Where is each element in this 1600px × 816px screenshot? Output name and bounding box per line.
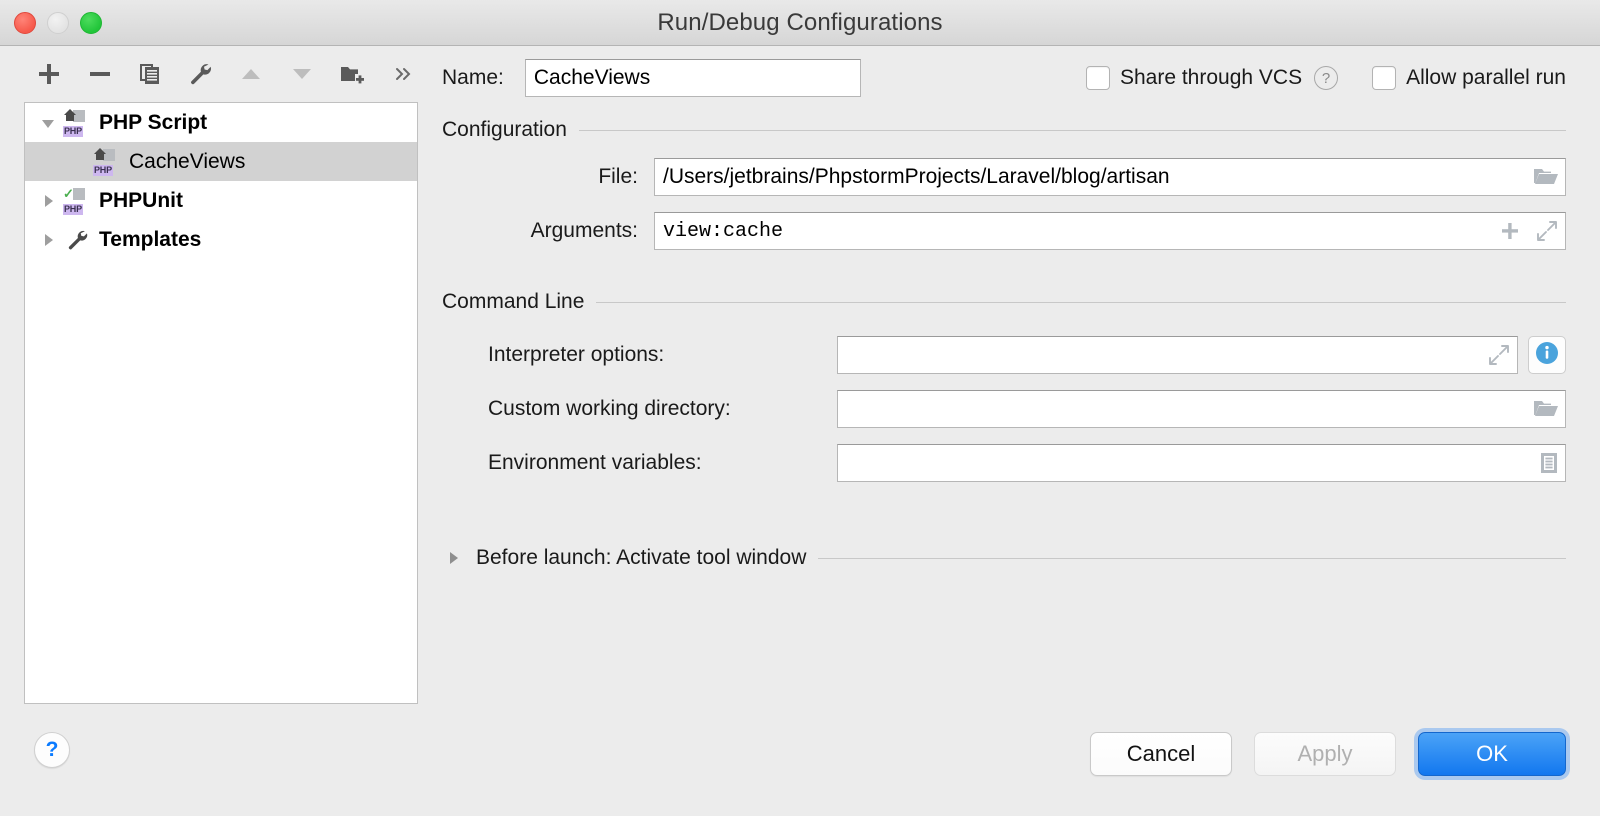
configuration-editor-pane: Name: Share through VCS ? Allow parallel… [428,46,1600,816]
share-through-vcs-label: Share through VCS [1119,66,1303,89]
folder-browse-icon[interactable] [1533,166,1559,188]
command-line-group-header: Command Line [442,290,1566,314]
run-debug-configurations-dialog: Run/Debug Configurations PHP PHP Script … [0,0,1600,816]
file-row: File: /Users/jetbrains/PhpstormProjects/… [442,158,1566,196]
checkbox-box[interactable] [1085,66,1110,90]
interpreter-options-row: Interpreter options: [442,336,1566,374]
info-icon [1534,340,1560,371]
group-divider [578,129,1566,131]
name-row: Name: Share through VCS ? Allow parallel… [442,46,1566,102]
name-input[interactable] [524,59,861,97]
tree-node-label: PHPUnit [99,188,183,212]
window-controls [14,0,102,45]
file-label: File: [598,165,638,188]
phpunit-icon: ✓ PHP [63,187,93,215]
remove-button[interactable] [75,54,126,94]
allow-parallel-run-label: Allow parallel run [1406,66,1566,89]
move-down-button[interactable] [277,54,328,94]
interpreter-options-field[interactable] [837,336,1518,374]
environment-variables-label: Environment variables: [488,451,702,474]
triangle-right-icon[interactable] [33,231,63,249]
php-script-icon: PHP [93,147,123,176]
copy-configuration-button[interactable] [125,54,176,94]
dialog-buttons: Cancel Apply OK [442,730,1566,816]
plus-icon[interactable] [1499,220,1521,242]
file-value: /Users/jetbrains/PhpstormProjects/Larave… [663,165,1170,188]
configurations-toolbar [24,46,428,102]
list-edit-icon[interactable] [1539,451,1559,475]
wrench-icon [63,228,93,252]
close-window-button[interactable] [14,11,36,34]
interpreter-options-label: Interpreter options: [488,343,665,366]
more-options-button[interactable] [378,54,429,94]
tree-node-label: Templates [99,227,202,251]
share-through-vcs-checkbox[interactable]: Share through VCS [1085,66,1303,90]
ok-button[interactable]: OK [1418,732,1566,776]
custom-working-directory-field[interactable] [837,390,1566,428]
before-launch-section[interactable]: Before launch: Activate tool window [442,546,1566,570]
move-up-button[interactable] [226,54,277,94]
group-divider [596,301,1566,303]
zoom-window-button[interactable] [80,11,102,34]
minimize-window-button[interactable] [47,11,69,34]
custom-working-directory-label: Custom working directory: [488,397,731,420]
cancel-button[interactable]: Cancel [1090,732,1232,776]
tree-node-cacheviews[interactable]: PHP CacheViews [25,142,417,181]
file-field[interactable]: /Users/jetbrains/PhpstormProjects/Larave… [654,158,1566,196]
apply-button[interactable]: Apply [1254,732,1396,776]
arguments-field[interactable]: view:cache [654,212,1566,250]
interpreter-options-info-button[interactable] [1528,336,1566,374]
checkbox-box[interactable] [1372,66,1397,90]
folder-browse-icon[interactable] [1533,398,1559,420]
before-launch-title: Before launch: Activate tool window [476,546,807,569]
group-divider [818,557,1566,559]
php-script-icon: PHP [63,108,93,137]
tree-node-templates[interactable]: Templates [25,220,417,259]
environment-variables-row: Environment variables: [442,444,1566,482]
configurations-pane: PHP PHP Script PHP CacheViews ✓ PHP PHPU… [0,46,428,816]
configuration-group-header: Configuration [442,118,1566,142]
configuration-group-title: Configuration [442,118,567,141]
triangle-right-icon[interactable] [33,192,63,210]
create-folder-button[interactable] [327,54,378,94]
dialog-body: PHP PHP Script PHP CacheViews ✓ PHP PHPU… [0,46,1600,816]
triangle-right-icon[interactable] [442,550,464,566]
command-line-group-title: Command Line [442,290,585,313]
tree-node-phpunit[interactable]: ✓ PHP PHPUnit [25,181,417,220]
arguments-label: Arguments: [530,219,638,242]
tree-node-php-script[interactable]: PHP PHP Script [25,103,417,142]
share-vcs-help-icon[interactable]: ? [1314,66,1339,90]
add-button[interactable] [24,54,75,94]
edit-templates-button[interactable] [176,54,227,94]
arguments-value: view:cache [663,219,784,243]
filler [442,570,1566,730]
title-bar: Run/Debug Configurations [0,0,1600,46]
help-button[interactable]: ? [34,732,70,768]
help-bar: ? [24,730,428,816]
environment-variables-field[interactable] [837,444,1566,482]
triangle-down-icon[interactable] [33,114,63,132]
allow-parallel-run-checkbox[interactable]: Allow parallel run [1372,66,1566,90]
tree-node-label: PHP Script [99,110,208,134]
arguments-row: Arguments: view:cache [442,212,1566,250]
name-label: Name: [442,66,504,89]
configurations-tree[interactable]: PHP PHP Script PHP CacheViews ✓ PHP PHPU… [24,102,418,704]
window-title: Run/Debug Configurations [657,8,943,36]
expand-icon[interactable] [1487,343,1511,367]
tree-node-label: CacheViews [129,149,246,173]
custom-working-directory-row: Custom working directory: [442,390,1566,428]
expand-icon[interactable] [1535,219,1559,243]
